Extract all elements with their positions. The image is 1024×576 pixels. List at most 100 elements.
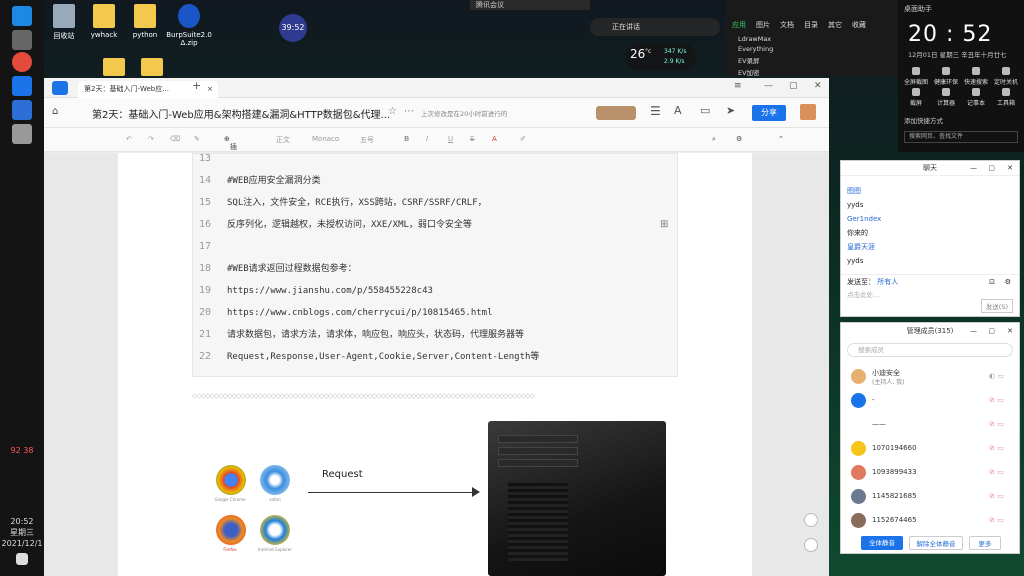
minimize-icon[interactable]: — [764,81,773,91]
member-row[interactable]: - ⊘ ▭ [841,389,1019,413]
shortcut[interactable]: 截屏 [902,88,930,107]
mic-muted-icon[interactable]: ⊘ ▭ [989,396,1009,404]
member-search[interactable]: 搜索成员 [847,343,1013,357]
chat-message-sender[interactable]: 皇爵天涯 [841,240,1019,254]
start-icon[interactable] [12,6,32,26]
launcher-tab[interactable]: 目录 [804,20,818,30]
mic-muted-icon[interactable]: ⊘ ▭ [989,468,1009,476]
launcher-item[interactable]: Everything [726,44,898,54]
undo-icon[interactable]: ↶ [126,135,132,143]
shortcut[interactable]: 记事本 [962,88,990,107]
user-avatar[interactable] [800,104,816,120]
chat-message-sender[interactable]: 图图 [841,184,1019,198]
font-select[interactable]: Monaco [312,135,339,143]
desktop-icon-recycle-bin[interactable]: 回收站 [42,4,86,41]
send-to-select[interactable]: 所有人 [877,278,898,286]
collaborator-avatars[interactable] [596,106,636,120]
chat-message-sender[interactable]: Ger1ndex [841,212,1019,226]
mic-muted-icon[interactable]: ⊘ ▭ [989,492,1009,500]
settings-icon[interactable]: ⚙ [736,135,742,143]
member-row[interactable]: 小迪安全 (主持人, 我) ◐ ▭ [841,365,1019,389]
close-icon[interactable]: ✕ [1007,161,1013,176]
launcher-item[interactable]: EV加密 [726,66,898,78]
bold-icon[interactable]: B [404,135,409,143]
underline-icon[interactable]: U [448,135,453,143]
notification-icon[interactable] [16,553,28,565]
mic-muted-icon[interactable]: ⊘ ▭ [989,444,1009,452]
close-icon[interactable]: × [207,81,213,98]
format-painter-icon[interactable]: ⌫ [170,135,180,143]
send-icon[interactable]: ➤ [726,104,735,117]
shortcut[interactable]: 工具箱 [992,88,1020,107]
unmute-all-button[interactable]: 解除全体静音 [909,536,963,550]
member-row[interactable]: 1152674465 ⊘ ▭ [841,509,1019,533]
menu-icon[interactable]: ≡ [734,81,742,91]
document-title[interactable]: 第2天：基础入门-Web应用&架构搭建&漏洞&HTTP数据包&代理... [92,106,390,121]
highlight-icon[interactable]: ✐ [520,135,526,143]
app-icon[interactable] [12,124,32,144]
mic-muted-icon[interactable]: ⊘ ▭ [989,420,1009,428]
desktop-icon-burpsuite[interactable]: BurpSuite2.0 Δ.zip [164,4,214,47]
share-button[interactable]: 分享 [752,105,786,121]
settings-icon[interactable]: ⚙ [1005,275,1011,289]
font-color-icon[interactable]: A [492,135,497,143]
maximize-icon[interactable]: ▢ [988,161,995,176]
italic-icon[interactable]: I [426,135,428,143]
size-select[interactable]: 五号 [360,135,374,145]
send-button[interactable]: 发送(S) [980,299,1013,313]
more-icon[interactable]: ⋯ [404,106,414,117]
meeting-icon[interactable] [12,100,32,120]
minimize-icon[interactable]: — [970,323,977,339]
launcher-item[interactable]: EV录屏 [726,54,898,66]
more-options-icon[interactable] [804,513,818,527]
timer-bubble[interactable]: 39:52 [279,14,307,42]
request-diagram[interactable]: Google Chrome safari Firefox Internet Ex… [192,421,752,576]
home-icon[interactable]: ⌂ [52,106,58,117]
desktop-icon-ywhack[interactable]: ywhack [82,4,126,39]
chrome-icon[interactable] [12,52,32,72]
add-comment-icon[interactable]: ⊞ [660,219,674,233]
minimize-icon[interactable]: — [970,161,977,176]
launcher-item[interactable]: LdrawMax [726,34,898,44]
launcher-tab[interactable]: 收藏 [852,20,866,30]
shortcut[interactable]: 快速搜索 [962,67,990,86]
font-icon[interactable]: A [674,104,682,117]
launcher-tab[interactable]: 文档 [780,20,794,30]
desktop-icon-folder[interactable] [130,58,174,79]
add-tab-icon[interactable]: + [192,79,201,92]
mic-icon[interactable]: ◐ ▭ [989,372,1009,380]
shortcut[interactable]: 定时关机 [992,67,1020,86]
launcher-tab[interactable]: 图片 [756,20,770,30]
member-row[interactable]: —— ⊘ ▭ [841,413,1019,437]
launcher-tab[interactable]: 应用 [732,20,746,30]
redo-icon[interactable]: ↷ [148,135,154,143]
star-icon[interactable]: ☆ [388,106,397,117]
mic-muted-icon[interactable]: ⊘ ▭ [989,516,1009,524]
maximize-icon[interactable]: ▢ [789,81,798,91]
strikethrough-icon[interactable]: S [470,135,474,143]
launcher-tab[interactable]: 其它 [828,20,842,30]
style-select[interactable]: 正文 [276,135,290,145]
shortcut[interactable]: 计算器 [932,88,960,107]
member-row[interactable]: 1070194660 ⊘ ▭ [841,437,1019,461]
collapse-icon[interactable]: ⌃ [778,135,784,143]
outline-icon[interactable] [804,538,818,552]
window-close-icon[interactable]: ✕ [814,81,822,91]
shortcut[interactable]: 全屏截图 [902,67,930,86]
insert-menu[interactable]: ⊕ 插入 [224,135,237,161]
present-icon[interactable]: ▭ [700,104,710,117]
member-row[interactable]: 1145821685 ⊘ ▭ [841,485,1019,509]
chat-input[interactable]: 点击此处… [847,289,880,299]
member-row[interactable]: 1093899433 ⊘ ▭ [841,461,1019,485]
add-shortcut-link[interactable]: 添加快捷方式 [898,113,1024,127]
window-icon[interactable] [12,30,32,50]
close-icon[interactable]: ✕ [1007,323,1013,339]
tool-icon[interactable] [12,76,32,96]
shortcut[interactable]: 健康环保 [932,67,960,86]
search-icon[interactable]: ⌕ [712,135,716,144]
maximize-icon[interactable]: ▢ [988,323,995,339]
list-icon[interactable]: ☰ [650,104,661,118]
image-icon[interactable]: ⊡ [989,275,995,289]
assistant-search[interactable]: 搜索网页、查找文件 [904,131,1018,143]
code-block[interactable]: 13 14 #WEB应用安全漏洞分类 15 SQL注入，文件安全，RCE执行，XSS… [192,153,678,377]
